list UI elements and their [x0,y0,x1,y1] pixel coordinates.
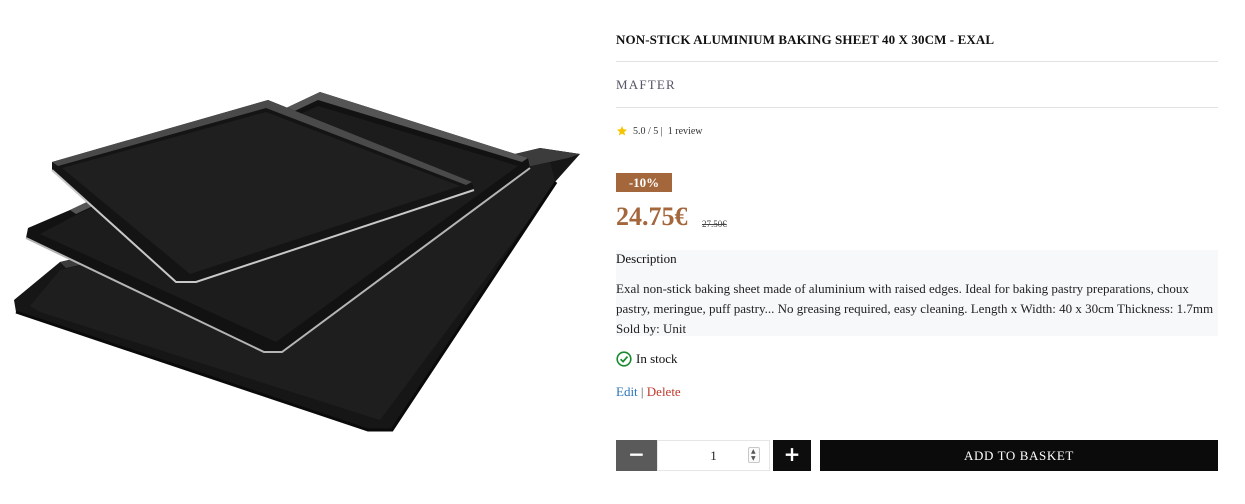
admin-actions: Edit | Delete [616,384,681,400]
actions-separator: | [640,384,644,399]
brand-divider [616,107,1218,108]
quantity-spinner[interactable]: ▲ ▼ [748,447,760,463]
check-circle-icon [616,351,632,367]
add-to-basket-button[interactable]: ADD TO BASKET [820,440,1218,471]
review-count-link[interactable]: 1 review [668,126,703,137]
product-brand[interactable]: MAFTER [616,77,676,93]
quantity-increase-button[interactable]: + [773,440,811,471]
current-price: 24.75€ [616,202,688,231]
product-image [0,0,600,504]
rating: 5.0 / 5 | 1 review [616,125,703,137]
stock-label: In stock [636,351,678,366]
description-text: Exal non-stick baking sheet made of alum… [616,281,1214,336]
title-divider [616,61,1218,62]
quantity-decrease-button[interactable]: − [616,440,657,471]
description-title: Description [616,251,677,266]
rating-score: 5.0 / 5 | [633,125,663,137]
description-section: Description Exal non-stick baking sheet … [616,250,1218,336]
star-icon [617,126,627,136]
add-to-cart-row: − 1 ▲ ▼ + ADD TO BASKET [616,440,1218,471]
baking-trays-image [14,92,580,432]
edit-link[interactable]: Edit [616,384,638,399]
stock-status: In stock [616,351,678,367]
spinner-down-icon[interactable]: ▼ [751,456,756,462]
old-price: 27.50€ [702,219,727,229]
product-title: NON-STICK ALUMINIUM BAKING SHEET 40 X 30… [616,32,995,47]
delete-link[interactable]: Delete [647,384,681,399]
product-info: NON-STICK ALUMINIUM BAKING SHEET 40 X 30… [616,0,1218,504]
discount-badge: -10% [616,173,672,192]
